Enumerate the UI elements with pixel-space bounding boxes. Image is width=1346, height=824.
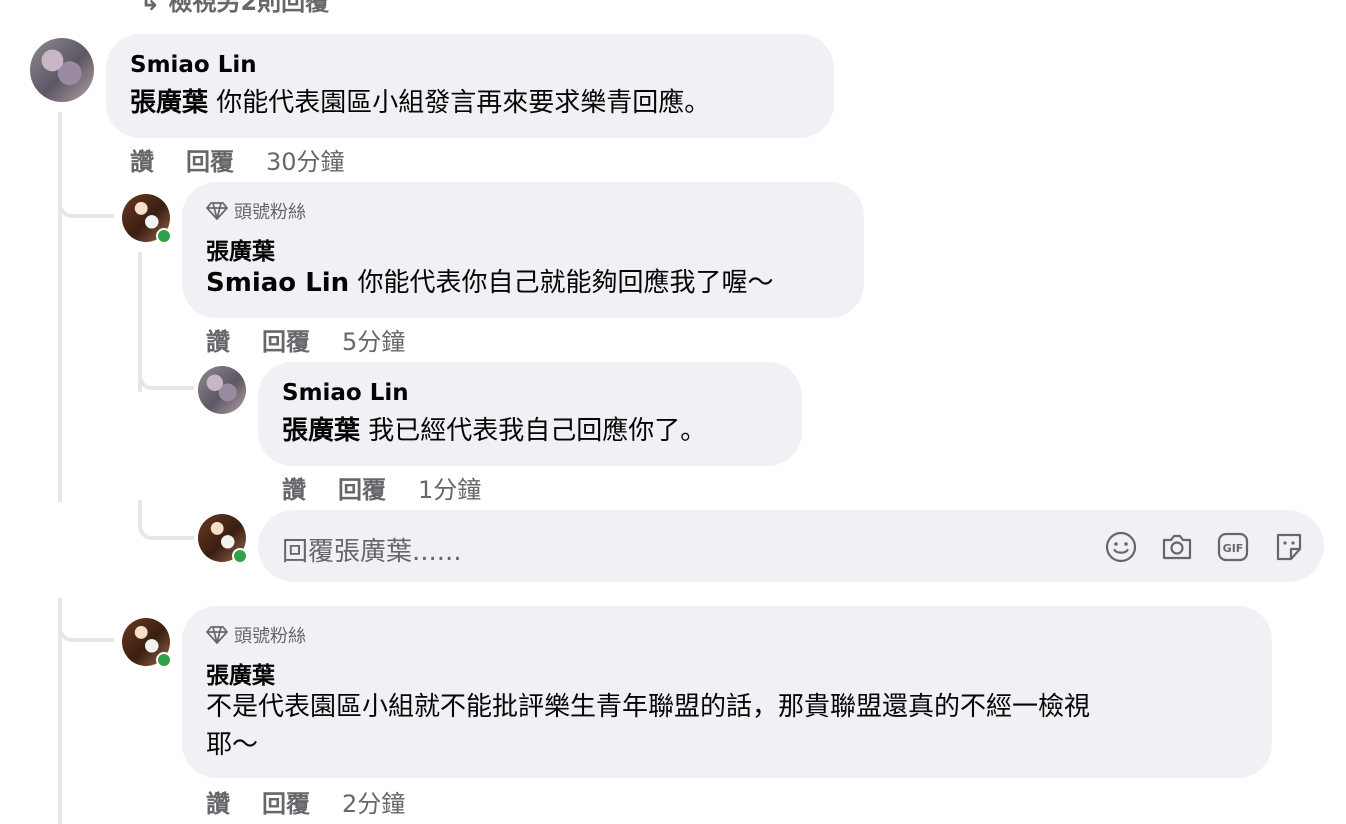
comment-author[interactable]: 張廣葉: [206, 232, 275, 266]
current-user-avatar[interactable]: [198, 514, 248, 564]
reply-button[interactable]: 回覆: [338, 470, 386, 505]
comment-text-line-1: 不是代表園區小組就不能批評樂生青年聯盟的話，那貴聯盟還真的不經一檢視: [206, 692, 1091, 722]
comment-author[interactable]: Smiao Lin: [130, 52, 257, 78]
timestamp[interactable]: 2分鐘: [342, 784, 405, 819]
mention-link[interactable]: Smiao Lin: [206, 268, 349, 298]
gif-icon[interactable]: GIF: [1216, 530, 1250, 564]
comment-actions: 讚 回覆 1分鐘: [282, 470, 481, 505]
diamond-icon: [206, 202, 228, 220]
camera-icon[interactable]: [1160, 530, 1194, 564]
comment-text: 張廣葉 我已經代表我自己回應你了。: [282, 416, 707, 446]
timestamp[interactable]: 5分鐘: [342, 322, 405, 357]
emoji-icon[interactable]: [1104, 530, 1138, 564]
mention-link[interactable]: 張廣葉: [282, 416, 360, 446]
diamond-icon: [206, 626, 228, 644]
svg-text:GIF: GIF: [1223, 542, 1244, 555]
thread-connector-4: [58, 604, 114, 642]
like-button[interactable]: 讚: [206, 322, 230, 357]
like-button[interactable]: 讚: [130, 142, 154, 177]
online-indicator: [156, 652, 172, 668]
mention-link[interactable]: 張廣葉: [130, 88, 208, 118]
sticker-icon[interactable]: [1272, 530, 1306, 564]
comment-actions: 讚 回覆 5分鐘: [206, 322, 405, 357]
comment-author[interactable]: 張廣葉: [206, 656, 275, 690]
thread-line-main: [58, 112, 62, 502]
timestamp[interactable]: 30分鐘: [266, 142, 345, 177]
top-fan-badge: 頭號粉絲: [206, 198, 306, 224]
comment-actions: 讚 回覆 30分鐘: [130, 142, 345, 177]
like-button[interactable]: 讚: [206, 784, 230, 819]
thread-connector-1: [58, 180, 114, 218]
reply-button[interactable]: 回覆: [262, 322, 310, 357]
avatar[interactable]: [122, 618, 172, 668]
comment-text: 張廣葉 你能代表園區小組發言再來要求樂青回應。: [130, 88, 711, 118]
top-fan-badge: 頭號粉絲: [206, 622, 306, 648]
thread-connector-2: [138, 350, 194, 390]
avatar[interactable]: [198, 366, 246, 414]
comment-text-line-2: 耶～: [206, 730, 259, 760]
thread-connector-3: [138, 500, 194, 540]
comment-text: Smiao Lin 你能代表你自己就能夠回應我了喔～: [206, 268, 774, 298]
reply-button[interactable]: 回覆: [186, 142, 234, 177]
comment-actions: 讚 回覆 2分鐘: [206, 784, 405, 819]
online-indicator: [232, 548, 248, 564]
comment-author[interactable]: Smiao Lin: [282, 380, 409, 406]
reply-button[interactable]: 回覆: [262, 784, 310, 819]
reply-placeholder[interactable]: 回覆張廣葉......: [282, 531, 462, 568]
avatar[interactable]: [30, 38, 94, 102]
avatar[interactable]: [122, 194, 172, 244]
online-indicator: [156, 228, 172, 244]
like-button[interactable]: 讚: [282, 470, 306, 505]
view-more-replies-link[interactable]: ↳ 檢視另2則回覆: [140, 0, 329, 17]
timestamp[interactable]: 1分鐘: [418, 470, 481, 505]
